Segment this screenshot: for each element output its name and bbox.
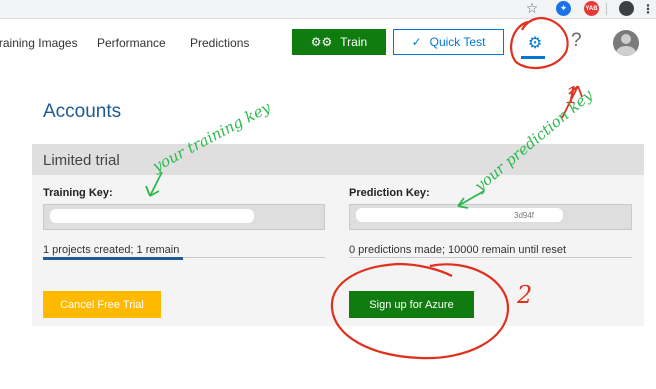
- training-key-arrow: [145, 171, 163, 197]
- step-one-marker: 1: [565, 84, 579, 109]
- signup-circle-annotation: [330, 262, 510, 360]
- gear-circle-annotation: [510, 16, 569, 69]
- annotation-overlay: your training key your prediction key 1 …: [145, 16, 597, 360]
- step-two-marker: 2: [516, 281, 532, 309]
- training-key-note: your training key: [149, 98, 274, 176]
